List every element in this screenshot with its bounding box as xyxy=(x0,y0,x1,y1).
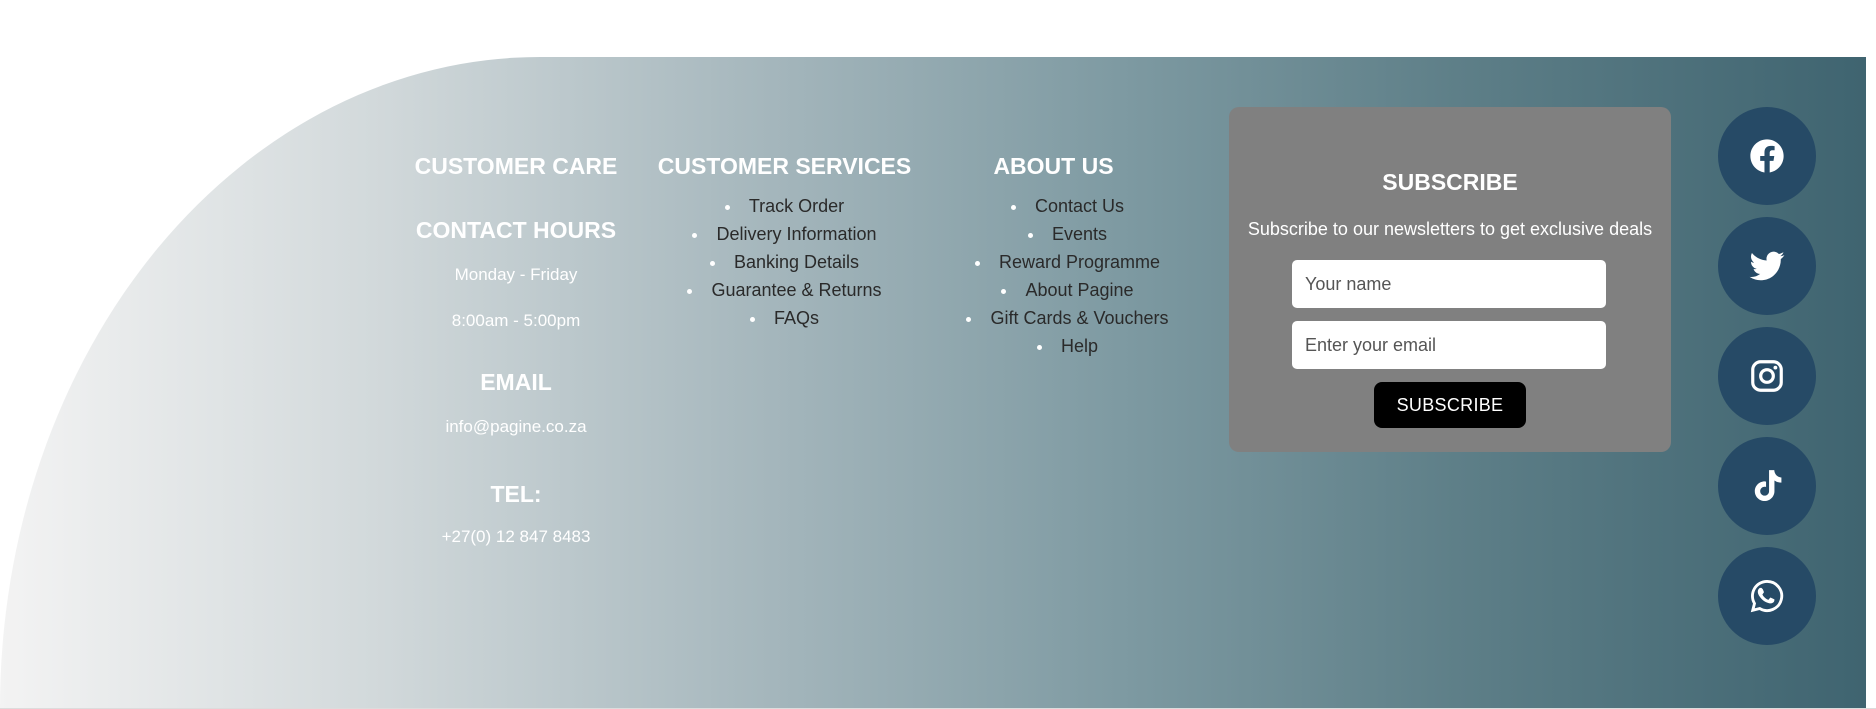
link-help-text[interactable]: Help xyxy=(1061,336,1098,356)
link-reward-programme-text[interactable]: Reward Programme xyxy=(999,252,1160,272)
customer-services-heading: CUSTOMER SERVICES xyxy=(657,153,912,179)
contact-hours-heading: CONTACT HOURS xyxy=(415,217,617,243)
link-contact-us[interactable]: Contact Us xyxy=(950,192,1185,220)
link-faqs-text[interactable]: FAQs xyxy=(774,308,819,328)
email-heading: EMAIL xyxy=(480,369,552,395)
link-guarantee-returns[interactable]: Guarantee & Returns xyxy=(652,276,917,304)
subscribe-email-input[interactable] xyxy=(1292,321,1606,369)
link-help[interactable]: Help xyxy=(950,332,1185,360)
link-gift-cards-vouchers-text[interactable]: Gift Cards & Vouchers xyxy=(990,308,1168,328)
facebook-button[interactable] xyxy=(1718,107,1816,205)
twitter-icon xyxy=(1749,251,1785,281)
about-us-links: Contact Us Events Reward Programme About… xyxy=(950,192,1185,360)
instagram-button[interactable] xyxy=(1718,327,1816,425)
facebook-icon xyxy=(1750,139,1784,173)
twitter-button[interactable] xyxy=(1718,217,1816,315)
link-events-text[interactable]: Events xyxy=(1052,224,1107,244)
link-events[interactable]: Events xyxy=(950,220,1185,248)
contact-hours: 8:00am - 5:00pm xyxy=(451,311,581,330)
link-contact-us-text[interactable]: Contact Us xyxy=(1035,196,1124,216)
tel-heading: TEL: xyxy=(490,481,542,507)
tiktok-icon xyxy=(1754,470,1782,502)
email-address[interactable]: info@pagine.co.za xyxy=(396,417,636,437)
link-track-order[interactable]: Track Order xyxy=(652,192,917,220)
link-track-order-text[interactable]: Track Order xyxy=(749,196,844,216)
link-reward-programme[interactable]: Reward Programme xyxy=(950,248,1185,276)
contact-days: Monday - Friday xyxy=(454,265,578,284)
link-faqs[interactable]: FAQs xyxy=(652,304,917,332)
link-gift-cards-vouchers[interactable]: Gift Cards & Vouchers xyxy=(950,304,1185,332)
tel-number[interactable]: +27(0) 12 847 8483 xyxy=(396,527,636,547)
customer-care-heading: CUSTOMER CARE xyxy=(414,153,618,179)
link-about-pagine-text[interactable]: About Pagine xyxy=(1025,280,1133,300)
subscribe-description: Subscribe to our newsletters to get excl… xyxy=(1247,219,1653,239)
subscribe-button[interactable]: SUBSCRIBE xyxy=(1374,382,1526,428)
customer-services-links: Track Order Delivery Information Banking… xyxy=(652,192,917,332)
tiktok-button[interactable] xyxy=(1718,437,1816,535)
link-about-pagine[interactable]: About Pagine xyxy=(950,276,1185,304)
whatsapp-button[interactable] xyxy=(1718,547,1816,645)
whatsapp-icon xyxy=(1750,580,1784,613)
link-guarantee-returns-text[interactable]: Guarantee & Returns xyxy=(711,280,881,300)
link-banking-details-text[interactable]: Banking Details xyxy=(734,252,859,272)
link-delivery-information-text[interactable]: Delivery Information xyxy=(716,224,876,244)
about-us-heading: ABOUT US xyxy=(993,153,1114,179)
subscribe-title: SUBSCRIBE xyxy=(1382,169,1518,195)
instagram-icon xyxy=(1751,360,1783,392)
subscribe-panel: SUBSCRIBE Subscribe to our newsletters t… xyxy=(1229,107,1671,452)
link-delivery-information[interactable]: Delivery Information xyxy=(652,220,917,248)
link-banking-details[interactable]: Banking Details xyxy=(652,248,917,276)
subscribe-name-input[interactable] xyxy=(1292,260,1606,308)
